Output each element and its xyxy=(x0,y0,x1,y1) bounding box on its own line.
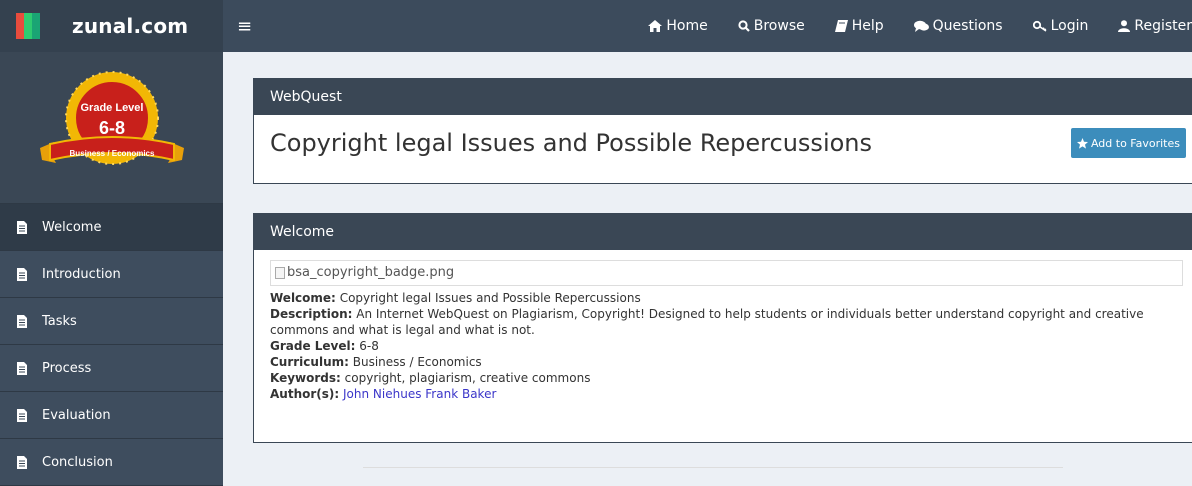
document-icon xyxy=(17,267,27,281)
info-curriculum: Curriculum: Business / Economics xyxy=(270,355,482,369)
nav-login-label: Login xyxy=(1050,18,1089,34)
chat-icon xyxy=(913,20,929,32)
page-title: Copyright legal Issues and Possible Repe… xyxy=(270,129,873,157)
brand[interactable]: zunal.com xyxy=(0,0,223,52)
grade-badge-emblem: Grade Level 6-8 Business / Economics xyxy=(39,70,184,165)
zunal-logo-icon xyxy=(16,13,42,39)
main-content: WebQuest Copyright legal Issues and Poss… xyxy=(223,52,1192,471)
info-authors: Author(s): John Niehues Frank Baker xyxy=(270,387,497,401)
info-grade-level: Grade Level: 6-8 xyxy=(270,339,379,353)
webquest-panel: WebQuest Copyright legal Issues and Poss… xyxy=(253,78,1192,184)
sidebar-item-conclusion[interactable]: Conclusion xyxy=(0,439,223,486)
info-welcome: Welcome: Copyright legal Issues and Poss… xyxy=(270,291,641,305)
document-icon xyxy=(17,314,27,328)
sidebar-item-label: Welcome xyxy=(42,219,102,235)
top-nav: Home Browse Help Questions Login Registe… xyxy=(618,0,1192,52)
nav-help-label: Help xyxy=(851,18,884,34)
nav-home[interactable]: Home xyxy=(648,18,708,34)
info-description: Description: An Internet WebQuest on Pla… xyxy=(270,307,1144,337)
author-link[interactable]: John Niehues Frank Baker xyxy=(343,387,496,401)
sidebar-item-label: Tasks xyxy=(42,313,77,329)
star-icon xyxy=(1076,137,1088,149)
document-icon xyxy=(17,220,27,234)
panel-header: Welcome xyxy=(254,214,1192,250)
document-icon xyxy=(17,361,27,375)
nav-questions-label: Questions xyxy=(932,18,1003,34)
nav-browse[interactable]: Browse xyxy=(738,18,805,34)
document-icon xyxy=(17,455,27,469)
top-navbar: zunal.com ≡ Home Browse Help Questions L… xyxy=(0,0,1192,52)
image-alt-text: bsa_copyright_badge.png xyxy=(287,265,455,280)
add-to-favorites-button[interactable]: Add to Favorites xyxy=(1070,128,1186,158)
sidebar-item-label: Conclusion xyxy=(42,454,113,470)
sidebar-item-label: Process xyxy=(42,360,92,376)
divider xyxy=(363,467,1063,468)
nav-register[interactable]: Register xyxy=(1118,18,1192,34)
sidebar-item-process[interactable]: Process xyxy=(0,345,223,392)
document-icon xyxy=(17,408,27,422)
sidebar-item-evaluation[interactable]: Evaluation xyxy=(0,392,223,439)
nav-questions[interactable]: Questions xyxy=(913,18,1003,34)
info-keywords: Keywords: copyright, plagiarism, creativ… xyxy=(270,371,591,385)
panel-header: WebQuest xyxy=(254,79,1192,115)
broken-image: bsa_copyright_badge.png xyxy=(270,260,1183,286)
welcome-panel: Welcome bsa_copyright_badge.png Welcome:… xyxy=(253,213,1192,443)
sidebar-item-label: Evaluation xyxy=(42,407,111,423)
nav-login[interactable]: Login xyxy=(1032,18,1089,34)
nav-help[interactable]: Help xyxy=(834,18,884,34)
badge-line2: 6-8 xyxy=(98,118,124,138)
book-icon xyxy=(834,20,848,32)
search-icon xyxy=(738,20,750,32)
broken-image-icon xyxy=(275,267,285,279)
sidebar-item-welcome[interactable]: Welcome xyxy=(0,204,223,251)
key-icon xyxy=(1032,20,1047,32)
sidebar: Grade Level 6-8 Business / Economics Wel… xyxy=(0,52,223,486)
sidebar-item-label: Introduction xyxy=(42,266,121,282)
nav-register-label: Register xyxy=(1134,18,1192,34)
brand-name[interactable]: zunal.com xyxy=(72,14,188,38)
badge-ribbon: Business / Economics xyxy=(69,149,154,158)
menu-toggle-icon[interactable]: ≡ xyxy=(237,16,252,37)
badge-line1: Grade Level xyxy=(80,102,143,114)
nav-browse-label: Browse xyxy=(753,18,805,34)
add-to-favorites-label: Add to Favorites xyxy=(1090,136,1180,150)
sidebar-item-tasks[interactable]: Tasks xyxy=(0,298,223,345)
home-icon xyxy=(648,20,663,32)
sidebar-item-introduction[interactable]: Introduction xyxy=(0,251,223,298)
nav-home-label: Home xyxy=(666,18,708,34)
user-icon xyxy=(1118,20,1131,32)
grade-badge: Grade Level 6-8 Business / Economics xyxy=(0,52,223,204)
